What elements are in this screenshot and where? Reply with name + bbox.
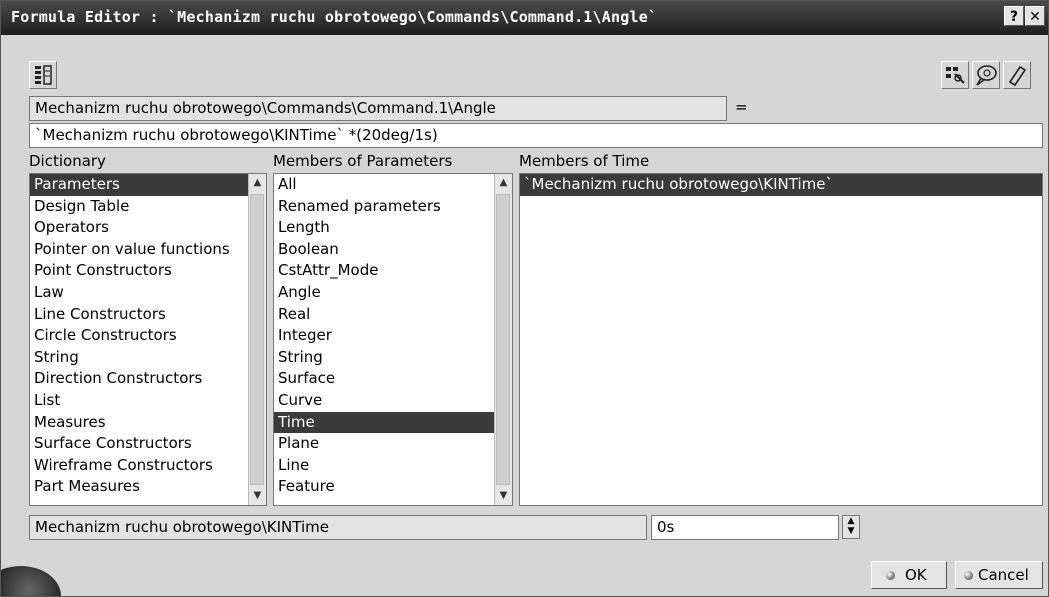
member-item[interactable]: Time [274,411,512,434]
dictionary-item[interactable]: Point Constructors [30,260,266,282]
title-bar[interactable]: Formula Editor : `Mechanizm ruchu obroto… [1,1,1048,35]
help-button[interactable]: ? [1004,6,1024,26]
member-item[interactable]: All [274,174,512,196]
dictionary-item[interactable]: String [30,347,266,369]
members-of-time-list[interactable]: `Mechanizm ruchu obrotowego\KINTime` [519,173,1043,506]
formula-editor-dialog: Formula Editor : `Mechanizm ruchu obroto… [0,0,1049,597]
members-scrollbar[interactable]: ▲ ▼ [494,174,512,505]
dictionary-item[interactable]: Law [30,282,266,304]
ok-label: OK [905,566,927,584]
scroll-up-icon[interactable]: ▲ [249,174,266,192]
scroll-down-icon[interactable]: ▼ [249,487,266,505]
dictionary-item[interactable]: Parameters [30,174,266,196]
member-item[interactable]: Line [274,455,512,477]
value-spinner[interactable]: ▲ ▼ [842,515,860,539]
dictionary-item[interactable]: Surface Constructors [30,433,266,455]
cancel-indicator-icon [964,571,973,580]
dictionary-item[interactable]: Part Measures [30,476,266,498]
scroll-thumb[interactable] [496,194,510,485]
cancel-label: Cancel [978,566,1029,584]
dictionary-item[interactable]: Measures [30,412,266,434]
speech-bubble-icon[interactable] [972,61,1000,89]
cancel-button[interactable]: Cancel [955,561,1043,589]
member-item[interactable]: Real [274,304,512,326]
member-item[interactable]: Surface [274,368,512,390]
dictionary-item[interactable]: Pointer on value functions [30,239,266,261]
edited-parameter-field: Mechanizm ruchu obrotowego\Commands\Comm… [29,96,727,121]
dictionary-item[interactable]: Design Table [30,196,266,218]
formula-input[interactable]: `Mechanizm ruchu obrotowego\KINTime` *(2… [29,123,1043,148]
dictionary-item[interactable]: Circle Constructors [30,325,266,347]
time-member-item[interactable]: `Mechanizm ruchu obrotowego\KINTime` [520,174,1042,196]
value-input[interactable]: 0s [651,515,839,540]
member-item[interactable]: Boolean [274,239,512,261]
eraser-icon[interactable] [1003,61,1031,89]
members-of-parameters-header: Members of Parameters [273,152,453,170]
dictionary-item[interactable]: Direction Constructors [30,368,266,390]
member-item[interactable]: Length [274,217,512,239]
member-item[interactable]: Plane [274,433,512,455]
member-item[interactable]: String [274,347,512,369]
member-item[interactable]: Integer [274,325,512,347]
scroll-up-icon[interactable]: ▲ [495,174,512,192]
dictionary-item[interactable]: Wireframe Constructors [30,455,266,477]
import-formula-icon[interactable] [29,61,57,89]
ok-indicator-icon [886,571,895,580]
member-item[interactable]: Curve [274,390,512,412]
member-item[interactable]: CstAttr_Mode [274,260,512,282]
dictionary-header: Dictionary [29,152,106,170]
scroll-down-icon[interactable]: ▼ [495,487,512,505]
dictionary-item[interactable]: Line Constructors [30,304,266,326]
member-item[interactable]: Renamed parameters [274,196,512,218]
ok-button[interactable]: OK [871,561,947,589]
selected-member-field: Mechanizm ruchu obrotowego\KINTime [29,515,647,540]
dictionary-list[interactable]: Parameters Design Table Operators Pointer o… [29,173,267,506]
window-title: Formula Editor : `Mechanizm ruchu obroto… [11,8,658,26]
decorative-corner [1,566,61,596]
parameter-filter-icon[interactable] [941,61,969,89]
dictionary-scrollbar[interactable]: ▲ ▼ [248,174,266,505]
members-of-time-header: Members of Time [519,152,650,170]
equals-sign: = [735,98,748,116]
dictionary-item[interactable]: List [30,390,266,412]
scroll-thumb[interactable] [250,194,264,485]
members-of-parameters-list[interactable]: All Renamed parameters Length Boolean CstAtt… [273,173,513,506]
close-button[interactable]: ✕ [1025,6,1045,26]
member-item[interactable]: Feature [274,476,512,498]
dictionary-item[interactable]: Operators [30,217,266,239]
member-item[interactable]: Angle [274,282,512,304]
